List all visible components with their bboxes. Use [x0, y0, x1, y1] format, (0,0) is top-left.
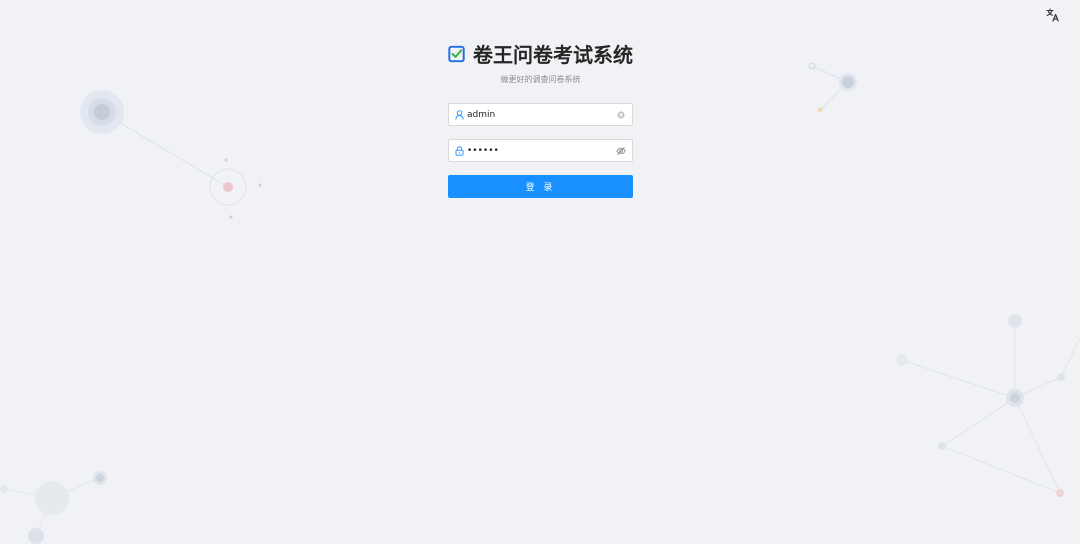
- password-field[interactable]: [448, 139, 633, 162]
- eye-invisible-icon[interactable]: [616, 146, 626, 156]
- app-subtitle: 做更好的调查问卷系统: [500, 75, 581, 84]
- clear-circle-icon[interactable]: [616, 110, 626, 120]
- user-icon: [455, 109, 464, 120]
- checkbox-logo-icon: [448, 45, 465, 62]
- lock-icon: [455, 145, 464, 156]
- username-input[interactable]: [467, 109, 616, 120]
- app-title: 卷王问卷考试系统: [473, 43, 633, 67]
- username-field[interactable]: [448, 103, 633, 126]
- login-header: 卷王问卷考试系统: [448, 40, 633, 67]
- password-input[interactable]: [467, 145, 616, 156]
- login-page: 卷王问卷考试系统 做更好的调查问卷系统 admin •••••• 登 录: [0, 0, 1080, 544]
- login-container: 卷王问卷考试系统 做更好的调查问卷系统 admin •••••• 登 录: [448, 40, 633, 198]
- login-button[interactable]: 登 录: [448, 175, 633, 198]
- translate-icon[interactable]: [1046, 8, 1062, 24]
